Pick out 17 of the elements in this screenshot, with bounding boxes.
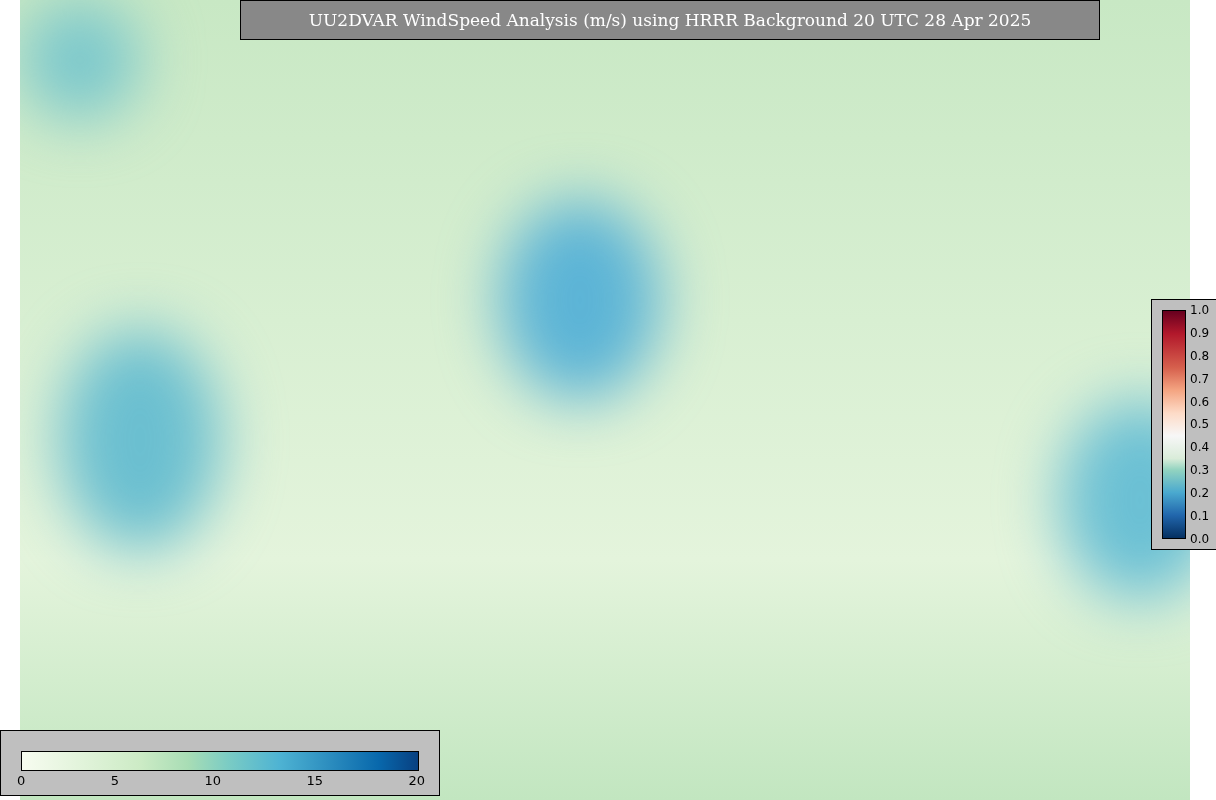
colorbar-tick-label: 0.4 [1190,441,1210,454]
colorbar-tick-label: 0.3 [1190,464,1210,477]
colorbar-tick-label: 0.9 [1190,326,1210,339]
colorbar-tick-label: 10 [204,773,221,788]
colorbar-tick-label: 0 [17,773,26,788]
colorbar-tick-label: 0.0 [1190,532,1210,545]
colorbar-tick-label: 0.1 [1190,510,1210,522]
colorbar-tick-label: 0.6 [1190,395,1210,408]
colorbar-tick-label: 0.5 [1190,418,1210,431]
colorbar-tick-label: 0.2 [1190,487,1210,500]
map-title: UU2DVAR WindSpeed Analysis (m/s) using HRRR Background 20 UTC 28 Apr 2025 [240,0,1100,40]
colorbar-tick-label: 0.8 [1190,349,1210,362]
colorbar-tick-label: 1.0 [1190,304,1210,316]
colorbar-tick-label: 5 [110,773,119,788]
colorbar-tick-label: 15 [306,773,323,788]
colorbar-tick-label: 20 [408,773,425,788]
colorbar-tick-label: 0.7 [1190,372,1210,385]
